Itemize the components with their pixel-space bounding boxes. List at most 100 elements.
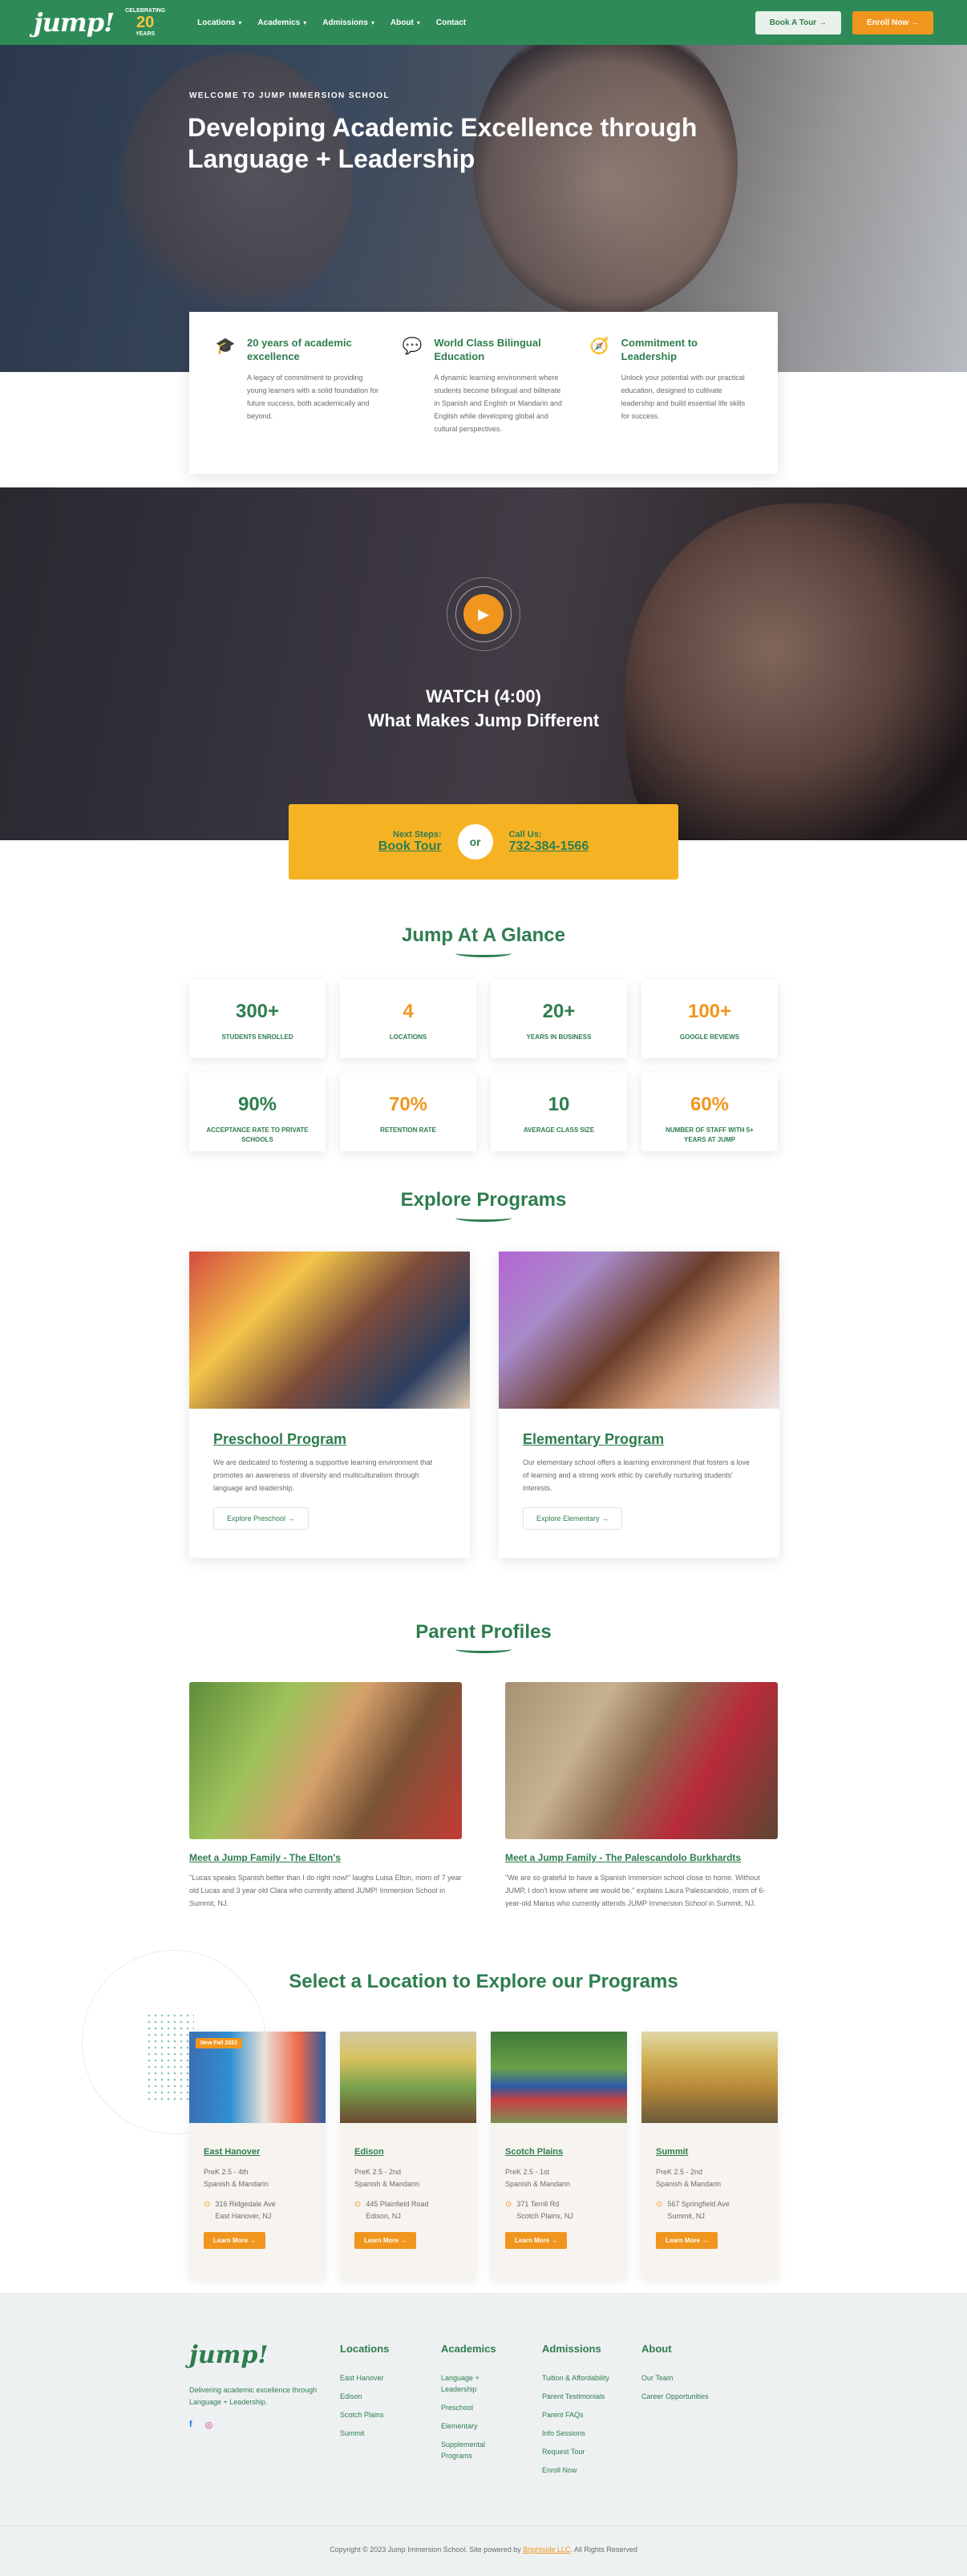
stat-label: RETENTION RATE — [380, 1126, 436, 1134]
stat-card: 60% NUMBER OF STAFF WITH 5+ YEARS AT JUMP — [641, 1073, 778, 1151]
anniversary-badge: CELEBRATING 20 YEARS — [125, 7, 165, 38]
hero-eyebrow: WELCOME TO JUMP IMMERSION SCHOOL — [189, 91, 390, 100]
footer-link[interactable]: Parent Testimonials — [542, 2391, 609, 2402]
footer-link[interactable]: Parent FAQs — [542, 2409, 609, 2420]
facebook-icon[interactable]: f — [189, 2420, 192, 2430]
glance-title: Jump At A Glance — [401, 924, 566, 946]
arrow-right-icon: → — [249, 2237, 257, 2244]
arrow-right-icon: → — [400, 2237, 407, 2244]
instagram-icon[interactable]: ◎ — [205, 2420, 213, 2430]
parent-profile-title[interactable]: Meet a Jump Family - The Palescandolo Bu… — [505, 1852, 778, 1863]
location-name[interactable]: Summit — [656, 2147, 763, 2157]
book-tour-link[interactable]: Book Tour — [378, 839, 442, 853]
program-card-preschool: Preschool Program We are dedicated to fo… — [189, 1252, 470, 1558]
footer-link[interactable]: Request Tour — [542, 2446, 609, 2457]
footer-link[interactable]: East Hanover — [340, 2372, 389, 2384]
stat-value: 100+ — [687, 1001, 732, 1022]
location-languages: Spanish & Mandarin — [505, 2180, 571, 2188]
site-logo[interactable]: jump! — [34, 7, 115, 38]
program-card-elementary: Elementary Program Our elementary school… — [499, 1252, 779, 1558]
menu-item-contact[interactable]: Contact — [436, 18, 466, 27]
learn-more-button[interactable]: Learn More → — [204, 2232, 266, 2249]
footer-link[interactable]: Enroll Now — [542, 2465, 609, 2476]
play-icon: ▶ — [463, 594, 504, 634]
decorative-dots — [146, 2012, 194, 2101]
parent-profile-title[interactable]: Meet a Jump Family - The Elton's — [189, 1852, 462, 1863]
stat-card: 100+ GOOGLE REVIEWS — [641, 980, 778, 1058]
learn-more-button[interactable]: Learn More → — [656, 2232, 718, 2249]
arrow-right-icon: → — [911, 18, 919, 27]
footer-link[interactable]: Elementary — [441, 2420, 513, 2432]
site-credit-link[interactable]: Brightside LLC — [523, 2546, 570, 2554]
menu-label: Academics — [257, 18, 301, 27]
play-video-button[interactable]: ▶ — [447, 577, 520, 651]
location-card-edison: Edison PreK 2.5 - 2nd Spanish & Mandarin… — [340, 2032, 476, 2279]
location-card-east-hanover: New Fall 2023 East Hanover PreK 2.5 - 4t… — [189, 2032, 326, 2279]
copyright-bar: Copyright © 2023 Jump Immersion School. … — [0, 2525, 967, 2576]
footer-link[interactable]: Summit — [340, 2428, 389, 2439]
location-photo — [340, 2032, 476, 2123]
stats-grid: 300+ STUDENTS ENROLLED 4 LOCATIONS 20+ YEAR… — [189, 980, 778, 1151]
stat-label: STUDENTS ENROLLED — [221, 1033, 293, 1041]
chevron-down-icon: ▾ — [238, 18, 242, 26]
location-grades: PreK 2.5 - 1st — [505, 2168, 550, 2176]
explore-preschool-button[interactable]: Explore Preschool → — [213, 1507, 309, 1530]
menu-item-admissions[interactable]: Admissions ▾ — [322, 18, 374, 27]
location-languages: Spanish & Mandarin — [354, 2180, 420, 2188]
explore-elementary-button[interactable]: Explore Elementary → — [523, 1507, 623, 1530]
menu-item-academics[interactable]: Academics ▾ — [257, 18, 306, 27]
feature-text: A legacy of commitment to providing youn… — [247, 374, 379, 420]
menu-item-locations[interactable]: Locations ▾ — [197, 18, 241, 27]
location-address: ⊙ 371 Terrill Rd Scotch Plains, NJ — [505, 2198, 613, 2222]
arrow-right-icon: → — [702, 2237, 709, 2244]
footer-column-locations: Locations East Hanover Edison Scotch Pla… — [340, 2343, 389, 2446]
location-name[interactable]: East Hanover — [204, 2147, 311, 2157]
feature-text: Unlock your potential with our practical… — [621, 374, 746, 420]
footer-link[interactable]: Career Opportunities — [641, 2391, 709, 2402]
footer-column-title: About — [641, 2343, 672, 2355]
learn-more-button[interactable]: Learn More → — [354, 2232, 417, 2249]
enroll-now-button[interactable]: Enroll Now → — [852, 10, 933, 34]
enroll-label: Enroll Now — [866, 18, 909, 27]
address-street: 445 Plainfield Road — [366, 2200, 429, 2208]
footer-link[interactable]: Language + Leadership — [441, 2372, 513, 2395]
learn-more-label: Learn More — [515, 2237, 550, 2244]
stat-card: 20+ YEARS IN BUSINESS — [491, 980, 627, 1058]
parents-title: Parent Profiles — [415, 1621, 552, 1643]
program-title[interactable]: Preschool Program — [213, 1431, 446, 1448]
footer-link[interactable]: Tuition & Affordability — [542, 2372, 609, 2384]
location-languages: Spanish & Mandarin — [204, 2180, 269, 2188]
next-steps-banner: Next Steps: Book Tour or Call Us: 732-38… — [289, 804, 678, 880]
nav-actions: Book A Tour → Enroll Now → — [755, 10, 933, 34]
map-pin-icon: ⊙ — [204, 2200, 211, 2209]
map-pin-icon: ⊙ — [505, 2200, 512, 2209]
footer-link[interactable]: Preschool — [441, 2402, 513, 2413]
chat-bubbles-icon: 💬 — [402, 338, 423, 355]
footer-link[interactable]: Our Team — [641, 2372, 709, 2384]
footer-column-title: Locations — [340, 2343, 390, 2355]
location-name[interactable]: Scotch Plains — [505, 2147, 613, 2157]
footer-logo[interactable]: jump! — [189, 2341, 269, 2369]
book-tour-label: Book A Tour — [769, 18, 817, 27]
explore-label: Explore Elementary — [536, 1514, 600, 1523]
video-overlay — [0, 487, 967, 840]
location-name[interactable]: Edison — [354, 2147, 462, 2157]
video-title: What Makes Jump Different — [367, 710, 600, 730]
feature-item: 🎓 20 years of academic excellence A lega… — [213, 336, 379, 474]
stat-value: 4 — [403, 1001, 414, 1022]
learn-more-button[interactable]: Learn More → — [505, 2232, 568, 2249]
program-title[interactable]: Elementary Program — [523, 1431, 755, 1448]
new-badge: New Fall 2023 — [196, 2038, 242, 2048]
main-menu: Locations ▾ Academics ▾ Admissions ▾ About ▾… — [197, 18, 466, 27]
anniversary-number: 20 — [136, 14, 155, 31]
location-card-summit: Summit PreK 2.5 - 2nd Spanish & Mandarin… — [641, 2032, 778, 2279]
book-tour-button[interactable]: Book A Tour → — [755, 10, 841, 34]
menu-item-about[interactable]: About ▾ — [390, 18, 420, 27]
phone-link[interactable]: 732-384-1566 — [509, 839, 589, 853]
location-address: ⊙ 445 Plainfield Road Edison, NJ — [354, 2198, 462, 2222]
footer-link[interactable]: Edison — [340, 2391, 389, 2402]
footer-link[interactable]: Scotch Plains — [340, 2409, 389, 2420]
footer-link[interactable]: Supplemental Programs — [441, 2439, 513, 2461]
title-underline — [455, 949, 512, 957]
footer-link[interactable]: Info Sessions — [542, 2428, 609, 2439]
